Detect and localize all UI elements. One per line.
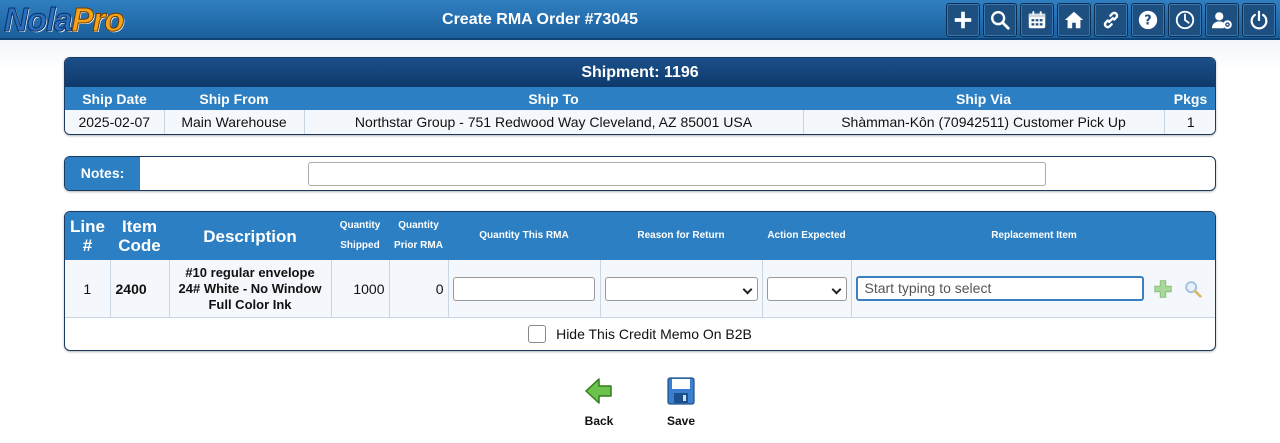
back-button[interactable]: Back	[569, 376, 629, 428]
rma-items-panel: Line # Item Code Description Quantity Sh…	[64, 211, 1216, 351]
qty-prior-rma: 0	[389, 260, 449, 317]
nolapro-logo[interactable]: NolaPro	[4, 0, 126, 40]
header-description: Description	[169, 212, 331, 260]
notes-label: Notes:	[65, 157, 140, 190]
ship-date: 2025-02-07	[65, 110, 165, 134]
clock-icon	[1175, 10, 1195, 30]
notes-panel: Notes:	[64, 156, 1216, 191]
page-title: Create RMA Order #73045	[442, 11, 638, 28]
shipment-table: Ship Date Ship From Ship To Ship Via Pkg…	[65, 87, 1215, 134]
notes-input[interactable]	[308, 162, 1046, 186]
user-settings-icon	[1211, 12, 1232, 29]
replacement-item-input[interactable]: Start typing to select	[855, 276, 1144, 301]
home-icon	[1064, 11, 1084, 29]
item-code: 2400	[110, 260, 170, 317]
table-row: 1 2400 #10 regular envelope 24# White - …	[65, 260, 1215, 317]
header-ship-from: Ship From	[164, 87, 304, 110]
plus-icon	[954, 11, 972, 29]
pkgs: 1	[1164, 110, 1215, 134]
search-icon	[991, 11, 1010, 30]
calendar-icon	[1028, 11, 1046, 29]
calendar-button[interactable]	[1020, 3, 1054, 37]
power-icon	[1250, 10, 1268, 30]
shipment-header-row: Ship Date Ship From Ship To Ship Via Pkg…	[65, 87, 1215, 110]
rma-items-table: Line # Item Code Description Quantity Sh…	[65, 212, 1215, 317]
header-reason: Reason for Return	[600, 212, 762, 260]
help-button[interactable]: ?	[1131, 3, 1165, 37]
header-qty-prior: Quantity Prior RMA	[389, 212, 448, 260]
shipment-row: 2025-02-07 Main Warehouse Northstar Grou…	[65, 110, 1215, 134]
logout-button[interactable]	[1242, 3, 1276, 37]
add-item-icon[interactable]	[1152, 278, 1174, 300]
hide-credit-memo-label: Hide This Credit Memo On B2B	[556, 326, 752, 342]
hide-credit-memo-row: Hide This Credit Memo On B2B	[65, 317, 1215, 350]
shipment-panel: Shipment: 1196 Ship Date Ship From Ship …	[64, 57, 1216, 135]
reason-for-return-select[interactable]	[604, 276, 758, 301]
header-item-code: Item Code	[110, 212, 169, 260]
line-number: 1	[65, 260, 111, 317]
history-button[interactable]	[1168, 3, 1202, 37]
back-arrow-icon	[585, 378, 612, 404]
items-header-row: Line # Item Code Description Quantity Sh…	[65, 212, 1215, 260]
save-label: Save	[666, 414, 696, 428]
item-description: #10 regular envelope 24# White - No Wind…	[169, 260, 332, 317]
ship-to: Northstar Group - 751 Redwood Way Clevel…	[304, 110, 804, 134]
shipment-title: Shipment: 1196	[65, 58, 1215, 87]
hide-credit-memo-checkbox[interactable]	[528, 325, 547, 343]
add-button[interactable]	[946, 3, 980, 37]
user-settings-button[interactable]	[1205, 3, 1239, 37]
save-disk-icon	[667, 377, 695, 405]
qty-this-rma-input[interactable]	[452, 276, 595, 301]
action-expected-select[interactable]	[766, 276, 847, 301]
toolbar: ?	[946, 3, 1276, 37]
help-icon: ?	[1138, 10, 1158, 30]
qty-shipped: 1000	[331, 260, 390, 317]
header-qty-shipped: Quantity Shipped	[331, 212, 389, 260]
search-button[interactable]	[983, 3, 1017, 37]
link-icon	[1103, 11, 1119, 29]
ship-via: Shàmman-Kôn (70942511) Customer Pick Up	[803, 110, 1165, 134]
ship-from: Main Warehouse	[164, 110, 305, 134]
links-button[interactable]	[1094, 3, 1128, 37]
header-action: Action Expected	[762, 212, 851, 260]
header-ship-via: Ship Via	[803, 87, 1164, 110]
back-label: Back	[584, 414, 614, 428]
header-qty-this: Quantity This RMA	[448, 212, 600, 260]
action-bar: Back Save	[0, 376, 1280, 436]
lookup-search-icon[interactable]	[1182, 278, 1204, 300]
svg-text:?: ?	[1144, 14, 1151, 29]
header-pkgs: Pkgs	[1164, 87, 1215, 110]
save-button[interactable]: Save	[651, 376, 711, 428]
header-ship-to: Ship To	[304, 87, 803, 110]
home-button[interactable]	[1057, 3, 1091, 37]
top-bar: NolaPro Create RMA Order #73045 ?	[0, 0, 1280, 40]
header-ship-date: Ship Date	[65, 87, 164, 110]
header-line: Line #	[65, 212, 110, 260]
header-replacement: Replacement Item	[851, 212, 1215, 260]
